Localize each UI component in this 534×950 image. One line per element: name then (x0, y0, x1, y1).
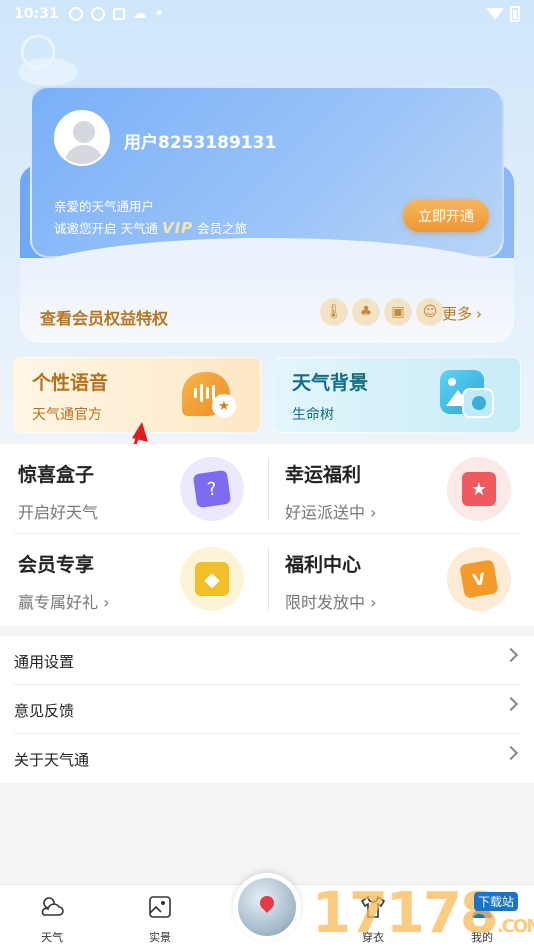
wifi-icon (486, 8, 504, 20)
vip-label: VIP (161, 218, 194, 237)
settings-list: 通用设置 意见反馈 关于天气通 (0, 636, 534, 783)
ribbon-star-icon: ★ (447, 457, 511, 521)
more-benefits-link[interactable]: 更多 › (442, 303, 482, 324)
benefits-grid: 惊喜盒子 开启好天气 ? 幸运福利 好运派送中 › ★ 会员专享 赢专属好礼 ›… (0, 444, 534, 626)
settings-label: 意见反馈 (14, 702, 75, 720)
grid-subtitle: 开启好天气 (18, 503, 99, 522)
diamond-icon: ◆ (180, 547, 244, 611)
nav-label: 天气 (41, 931, 63, 944)
frame-icon: ▣ (384, 298, 412, 326)
cloud-icon: ☁ (132, 6, 147, 22)
watermark-suffix: .COM (496, 916, 534, 937)
settings-item-general[interactable]: 通用设置 (0, 636, 534, 685)
grid-title: 惊喜盒子 (18, 464, 95, 486)
grid-item-welfare-center[interactable]: 福利中心 限时发放中 › V (267, 534, 517, 624)
smile-icon: ☺ (416, 298, 444, 326)
grid-title: 福利中心 (285, 554, 362, 576)
nav-weather[interactable]: 天气 (22, 893, 82, 945)
member-card[interactable]: 用户8253189131 亲爱的天气通用户 诚邀您开启 天气通 VIP 会员之旅… (30, 86, 504, 258)
notification-icon (112, 8, 125, 20)
chevron-right-icon: › (476, 304, 483, 323)
grid-item-surprise-box[interactable]: 惊喜盒子 开启好天气 ? (0, 444, 250, 534)
sync-icon (90, 7, 105, 21)
open-vip-button[interactable]: 立即开通 (403, 199, 489, 232)
avatar[interactable] (54, 110, 110, 166)
chevron-right-icon (503, 647, 519, 663)
settings-label: 关于天气通 (14, 751, 90, 769)
watermark-badge: 下载站 (474, 892, 519, 911)
settings-item-feedback[interactable]: 意见反馈 (0, 685, 534, 734)
photo-icon (149, 896, 171, 918)
grid-title: 会员专享 (18, 554, 95, 576)
grid-title: 幸运福利 (285, 464, 362, 486)
map-center-button[interactable] (233, 873, 301, 941)
chevron-right-icon (503, 745, 519, 761)
settings-item-about[interactable]: 关于天气通 (0, 734, 534, 783)
greeting-line2: 诚邀您开启 天气通 VIP 会员之旅 (54, 218, 247, 237)
benefit-icons: 🌡 ♣ ▣ ☺ (320, 298, 444, 326)
thermometer-icon: 🌡 (320, 298, 348, 326)
feature-voice-title: 个性语音 (32, 372, 109, 394)
dot-icon: • (154, 6, 164, 22)
feature-background-card[interactable]: 天气背景 生命树 (273, 357, 521, 433)
chevron-right-icon (503, 696, 519, 712)
nav-label: 实景 (149, 931, 171, 944)
grid-subtitle: 限时发放中 › (285, 593, 377, 612)
feature-background-subtitle: 生命树 (292, 407, 334, 423)
greeting-line1: 亲爱的天气通用户 (54, 199, 155, 214)
tree-icon: ♣ (352, 298, 380, 326)
image-swap-icon (462, 388, 494, 418)
feature-voice-subtitle: 天气通官方 (32, 407, 102, 423)
sync-icon (68, 7, 83, 21)
greeting-prefix: 诚邀您开启 天气通 (54, 221, 158, 236)
gift-box-icon: ? (180, 457, 244, 521)
grid-subtitle: 好运派送中 › (285, 503, 377, 522)
nav-live[interactable]: 实景 (130, 893, 190, 945)
grid-item-lucky-welfare[interactable]: 幸运福利 好运派送中 › ★ (267, 444, 517, 534)
settings-label: 通用设置 (14, 653, 75, 671)
benefits-strip[interactable]: 查看会员权益特权 🌡 ♣ ▣ ☺ 更多 › (20, 238, 514, 343)
status-bar: 10:31 ☁ • (0, 0, 534, 28)
status-time: 10:31 (14, 6, 59, 22)
grid-item-member-exclusive[interactable]: 会员专享 赢专属好礼 › ◆ (0, 534, 250, 624)
voice-icon: ★ (182, 372, 236, 418)
battery-icon (510, 6, 520, 22)
watermark-text: 17178 (312, 881, 499, 946)
greeting-suffix: 会员之旅 (197, 221, 248, 236)
ticket-icon: V (447, 547, 511, 611)
benefits-title[interactable]: 查看会员权益特权 (40, 305, 168, 329)
feature-background-title: 天气背景 (292, 372, 369, 394)
grid-subtitle: 赢专属好礼 › (18, 593, 110, 612)
star-badge-icon: ★ (212, 394, 236, 418)
username: 用户8253189131 (124, 133, 277, 153)
weather-icon (41, 897, 64, 916)
more-label: 更多 (442, 305, 473, 323)
map-pin-globe-icon (238, 878, 296, 936)
